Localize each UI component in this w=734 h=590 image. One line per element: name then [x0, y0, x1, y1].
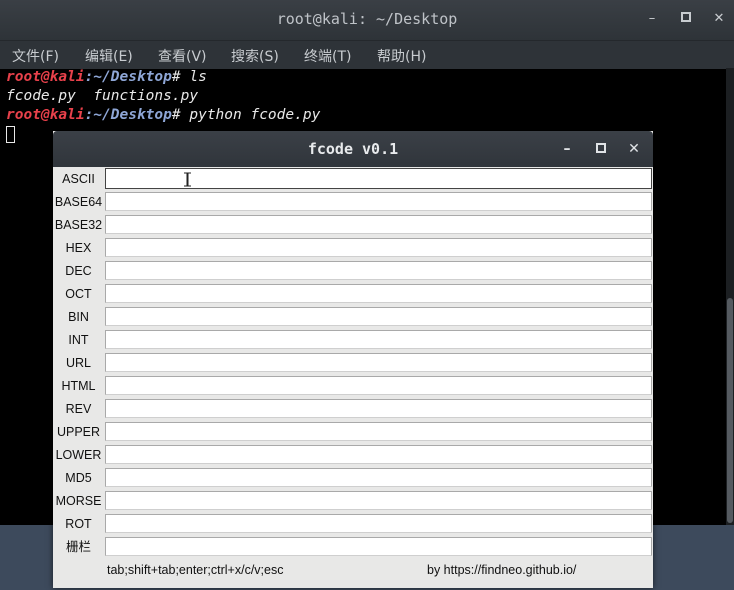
field-label: 栅栏 [65, 540, 91, 554]
minimize-icon[interactable]: – [559, 140, 575, 158]
field-label: HEX [65, 241, 92, 255]
field-row-oct: OCT [53, 283, 653, 306]
field-row-hex: HEX [53, 237, 653, 260]
menu-view[interactable]: 查看(V) [158, 46, 207, 66]
field-label: MD5 [65, 471, 92, 485]
field-input[interactable] [105, 330, 652, 349]
field-label: HTML [61, 379, 96, 393]
field-input[interactable] [105, 376, 652, 395]
field-label: MORSE [55, 494, 102, 508]
prompt-user: root@kali [6, 69, 85, 85]
field-label: BIN [68, 310, 89, 324]
field-row-base64: BASE64 [53, 191, 653, 214]
field-row-bin: BIN [53, 306, 653, 329]
field-row-ascii: ASCII [53, 168, 653, 191]
field-label: ROT [65, 517, 92, 531]
minimize-icon[interactable]: – [644, 10, 660, 28]
prompt-command: ls [189, 69, 207, 85]
field-label: URL [65, 356, 91, 370]
field-input[interactable] [105, 238, 652, 257]
prompt-user: root@kali [6, 107, 85, 123]
field-row-rot: ROT [53, 513, 653, 536]
field-label: REV [65, 402, 92, 416]
field-row-upper: UPPER [53, 421, 653, 444]
terminal-title: root@kali: ~/Desktop [276, 10, 458, 28]
terminal-cursor [6, 126, 15, 143]
field-input[interactable] [105, 353, 652, 372]
field-row-rev: REV [53, 398, 653, 421]
field-row-url: URL [53, 352, 653, 375]
terminal-menubar: 文件(F) 编辑(E) 查看(V) 搜索(S) 终端(T) 帮助(H) [0, 40, 734, 69]
field-label: LOWER [55, 448, 102, 462]
field-input[interactable] [105, 422, 652, 441]
prompt-symbol: # [171, 107, 190, 123]
maximize-icon[interactable] [593, 140, 609, 158]
field-label: INT [68, 333, 89, 347]
shortcut-hint: tab;shift+tab;enter;ctrl+x/c/v;esc [107, 563, 284, 577]
field-input[interactable] [105, 284, 652, 303]
field-label: OCT [65, 287, 92, 301]
menu-file[interactable]: 文件(F) [12, 46, 59, 66]
prompt-symbol: # [171, 69, 190, 85]
field-label: UPPER [56, 425, 101, 439]
terminal-line: root@kali:~/Desktop# ls [6, 68, 207, 87]
text-cursor-icon [184, 172, 191, 187]
field-row-lower: LOWER [53, 444, 653, 467]
menu-edit[interactable]: 编辑(E) [85, 46, 133, 66]
field-row-base32: BASE32 [53, 214, 653, 237]
field-row-morse: MORSE [53, 490, 653, 513]
field-label: DEC [65, 264, 92, 278]
terminal-line: fcode.py functions.py [6, 88, 199, 104]
prompt-path: :~/Desktop [84, 69, 172, 85]
prompt-command: python fcode.py [189, 107, 321, 123]
field-label: BASE64 [54, 195, 103, 209]
fcode-footer: tab;shift+tab;enter;ctrl+x/c/v;esc by ht… [53, 557, 653, 588]
field-input[interactable] [105, 514, 652, 533]
field-input[interactable] [105, 215, 652, 234]
field-row-html: HTML [53, 375, 653, 398]
field-input[interactable] [105, 445, 652, 464]
menu-terminal[interactable]: 终端(T) [304, 46, 351, 66]
credit-text: by https://findneo.github.io/ [427, 563, 577, 577]
terminal-scrollbar[interactable] [726, 68, 734, 525]
field-input[interactable] [105, 307, 652, 326]
close-icon[interactable]: ✕ [626, 140, 642, 158]
field-input[interactable] [105, 261, 652, 280]
field-input[interactable] [105, 192, 652, 211]
fcode-window: fcode v0.1 – ✕ ASCII BASE64 BASE32 HEX DEC OC… [53, 131, 653, 588]
field-input[interactable] [105, 537, 652, 556]
prompt-path: :~/Desktop [84, 107, 172, 123]
field-row-md5: MD5 [53, 467, 653, 490]
terminal-line: root@kali:~/Desktop# python fcode.py [6, 106, 320, 125]
maximize-icon[interactable] [678, 10, 694, 28]
field-label: BASE32 [54, 218, 103, 232]
field-input[interactable] [105, 468, 652, 487]
field-row-int: INT [53, 329, 653, 352]
menu-search[interactable]: 搜索(S) [231, 46, 279, 66]
scrollbar-thumb[interactable] [727, 298, 733, 523]
field-row-fence: 栅栏 [53, 536, 653, 559]
menu-help[interactable]: 帮助(H) [377, 46, 426, 66]
field-row-dec: DEC [53, 260, 653, 283]
fcode-titlebar[interactable]: fcode v0.1 – ✕ [53, 131, 653, 167]
terminal-titlebar[interactable]: root@kali: ~/Desktop – ✕ [0, 0, 734, 40]
field-label: ASCII [62, 172, 95, 186]
close-icon[interactable]: ✕ [711, 10, 727, 28]
field-input[interactable] [105, 399, 652, 418]
field-input[interactable] [105, 491, 652, 510]
